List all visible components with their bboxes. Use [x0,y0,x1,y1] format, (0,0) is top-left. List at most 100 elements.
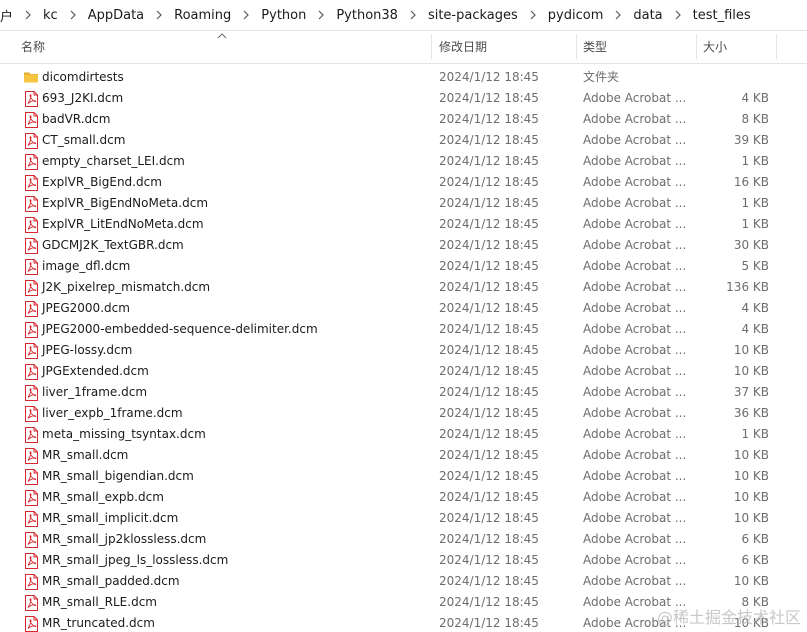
chevron-right-icon[interactable] [17,10,39,20]
file-row[interactable]: liver_1frame.dcm 2024/1/12 18:45 Adobe Acr… [0,382,807,403]
file-name: badVR.dcm [42,112,111,126]
file-row[interactable]: MR_small_implicit.dcm 2024/1/12 18:45 Adob… [0,508,807,529]
file-type: Adobe Acrobat ... [583,490,687,504]
file-type: Adobe Acrobat ... [583,91,687,105]
file-type: Adobe Acrobat ... [583,469,687,483]
file-row[interactable]: MR_small_expb.dcm 2024/1/12 18:45 Adobe Ac… [0,487,807,508]
file-name: MR_small.dcm [42,448,129,462]
column-divider[interactable] [431,34,432,59]
file-name: JPEG-lossy.dcm [42,343,133,357]
pdf-file-icon [25,322,38,338]
pdf-file-icon [25,196,38,212]
file-type: Adobe Acrobat ... [583,532,687,546]
column-header-type[interactable]: 类型 [583,30,607,63]
file-row[interactable]: dicomdirtests 2024/1/12 18:45 文件夹 [0,67,807,88]
file-row[interactable]: 693_J2KI.dcm 2024/1/12 18:45 Adobe Acrobat… [0,88,807,109]
chevron-right-icon[interactable] [310,10,332,20]
column-header-name[interactable]: 名称 [21,30,45,63]
pdf-file-icon [25,595,38,611]
file-row[interactable]: JPGExtended.dcm 2024/1/12 18:45 Adobe Acro… [0,361,807,382]
file-name: JPEG2000-embedded-sequence-delimiter.dcm [42,322,318,336]
file-row[interactable]: ExplVR_BigEndNoMeta.dcm 2024/1/12 18:45 Ad… [0,193,807,214]
file-size: 39 KB [733,133,769,147]
pdf-file-icon [25,427,38,443]
file-modified-date: 2024/1/12 18:45 [439,385,539,399]
chevron-right-icon[interactable] [62,10,84,20]
breadcrumb-item[interactable]: 户 [0,6,17,25]
breadcrumb-item[interactable]: AppData [84,8,148,23]
breadcrumb-item[interactable]: site-packages [424,8,522,23]
folder-icon [23,69,39,85]
file-size: 37 KB [733,385,769,399]
file-size: 4 KB [741,301,769,315]
file-size: 1 KB [741,154,769,168]
breadcrumb-item[interactable]: pydicom [544,8,608,23]
file-type: Adobe Acrobat ... [583,217,687,231]
pdf-file-icon [25,406,38,422]
file-name: liver_1frame.dcm [42,385,148,399]
file-modified-date: 2024/1/12 18:45 [439,469,539,483]
file-row[interactable]: meta_missing_tsyntax.dcm 2024/1/12 18:45 A… [0,424,807,445]
file-size: 1 KB [741,427,769,441]
file-name: MR_small_jp2klossless.dcm [42,532,207,546]
file-name: J2K_pixelrep_mismatch.dcm [42,280,211,294]
file-row[interactable]: J2K_pixelrep_mismatch.dcm 2024/1/12 18:45… [0,277,807,298]
file-size: 136 KB [726,280,769,294]
breadcrumb-item[interactable]: Python [257,8,310,23]
breadcrumb-item[interactable]: kc [39,8,62,23]
file-row[interactable]: ExplVR_LitEndNoMeta.dcm 2024/1/12 18:45 Ad… [0,214,807,235]
file-modified-date: 2024/1/12 18:45 [439,322,539,336]
chevron-right-icon[interactable] [148,10,170,20]
file-name: MR_small_bigendian.dcm [42,469,194,483]
file-row[interactable]: image_dfl.dcm 2024/1/12 18:45 Adobe Acroba… [0,256,807,277]
pdf-file-icon [25,112,38,128]
file-row[interactable]: JPEG2000-embedded-sequence-delimiter.dcm… [0,319,807,340]
file-modified-date: 2024/1/12 18:45 [439,133,539,147]
file-row[interactable]: MR_small_padded.dcm 2024/1/12 18:45 Adobe … [0,571,807,592]
file-row[interactable]: CT_small.dcm 2024/1/12 18:45 Adobe Acrobat… [0,130,807,151]
file-type: Adobe Acrobat ... [583,406,687,420]
file-row[interactable]: MR_small_jpeg_ls_lossless.dcm 2024/1/12 1… [0,550,807,571]
breadcrumb-item[interactable]: data [629,8,666,23]
file-row[interactable]: GDCMJ2K_TextGBR.dcm 2024/1/12 18:45 Adobe … [0,235,807,256]
file-name: ExplVR_LitEndNoMeta.dcm [42,217,204,231]
file-row[interactable]: liver_expb_1frame.dcm 2024/1/12 18:45 Adob… [0,403,807,424]
file-row[interactable]: badVR.dcm 2024/1/12 18:45 Adobe Acrobat ..… [0,109,807,130]
column-divider[interactable] [696,34,697,59]
file-row[interactable]: ExplVR_BigEnd.dcm 2024/1/12 18:45 Adobe Ac… [0,172,807,193]
column-divider[interactable] [576,34,577,59]
file-name: GDCMJ2K_TextGBR.dcm [42,238,184,252]
column-divider[interactable] [776,34,777,59]
file-row[interactable]: empty_charset_LEI.dcm 2024/1/12 18:45 Adob… [0,151,807,172]
chevron-right-icon[interactable] [522,10,544,20]
chevron-right-icon[interactable] [667,10,689,20]
breadcrumb-item[interactable]: Roaming [170,8,235,23]
file-row[interactable]: MR_small_bigendian.dcm 2024/1/12 18:45 Ado… [0,466,807,487]
chevron-right-icon[interactable] [235,10,257,20]
chevron-right-icon[interactable] [607,10,629,20]
file-type: Adobe Acrobat ... [583,343,687,357]
file-type: Adobe Acrobat ... [583,364,687,378]
file-type: Adobe Acrobat ... [583,427,687,441]
file-name: liver_expb_1frame.dcm [42,406,183,420]
chevron-right-icon[interactable] [402,10,424,20]
file-size: 6 KB [741,532,769,546]
file-modified-date: 2024/1/12 18:45 [439,511,539,525]
breadcrumb[interactable]: 户 kc AppData Roaming Python Python38 site-pack… [0,0,807,31]
column-header-size[interactable]: 大小 [703,30,727,63]
file-row[interactable]: JPEG2000.dcm 2024/1/12 18:45 Adobe Acrobat… [0,298,807,319]
file-row[interactable]: MR_small_jp2klossless.dcm 2024/1/12 18:45… [0,529,807,550]
file-row[interactable]: JPEG-lossy.dcm 2024/1/12 18:45 Adobe Acrob… [0,340,807,361]
file-type: Adobe Acrobat ... [583,280,687,294]
file-type: Adobe Acrobat ... [583,196,687,210]
file-explorer-window: 户 kc AppData Roaming Python Python38 site-pack… [0,0,807,632]
breadcrumb-item[interactable]: Python38 [332,8,402,23]
file-modified-date: 2024/1/12 18:45 [439,574,539,588]
column-header-date[interactable]: 修改日期 [439,30,487,63]
file-row[interactable]: MR_small.dcm 2024/1/12 18:45 Adobe Acrobat… [0,445,807,466]
pdf-file-icon [25,448,38,464]
breadcrumb-item[interactable]: test_files [689,8,755,23]
file-name: image_dfl.dcm [42,259,131,273]
file-modified-date: 2024/1/12 18:45 [439,112,539,126]
file-modified-date: 2024/1/12 18:45 [439,364,539,378]
